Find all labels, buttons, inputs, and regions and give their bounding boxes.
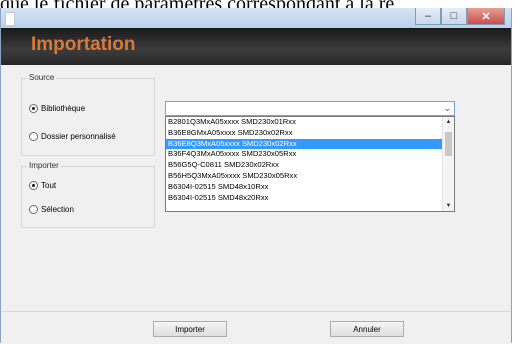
importer-group-label: Importer xyxy=(27,161,61,170)
radio-tout[interactable]: Tout xyxy=(29,181,56,190)
radio-bibliotheque[interactable]: Bibliothèque xyxy=(29,104,85,113)
import-dialog: – □ ✕ Importation Source Bibliothèque Do… xyxy=(0,8,512,344)
radio-label: Dossier personnalisé xyxy=(41,132,116,141)
dropdown-option[interactable]: B6304I-02515 SMD48x20Rxx xyxy=(166,193,454,204)
scroll-down-icon[interactable]: ▼ xyxy=(444,203,453,209)
radio-unselected-icon xyxy=(29,205,38,214)
dialog-footer xyxy=(1,311,511,344)
dropdown-option[interactable]: B56H5Q3MxA05xxxx SMD230x05Rxx xyxy=(166,171,454,182)
radio-selected-icon xyxy=(29,181,38,190)
dropdown-option[interactable]: B36E8Q3MxA05xxxx SMD230x02Rxx xyxy=(166,138,454,150)
source-group xyxy=(21,78,155,156)
dropdown-option[interactable]: B2801Q3MxA05xxxx SMD230x01Rxx xyxy=(166,117,454,128)
importer-group xyxy=(21,166,155,228)
radio-selected-icon xyxy=(29,104,38,113)
dropdown-option[interactable]: B6304I-02515 SMD48x10Rxx xyxy=(166,182,454,193)
title-bar[interactable]: – □ ✕ xyxy=(1,8,511,28)
file-dropdown-list[interactable]: B2801Q3MxA05xxxx SMD230x01Rxx B36E8GMxA05… xyxy=(165,116,455,212)
radio-label: Tout xyxy=(41,181,57,190)
app-icon xyxy=(5,12,15,26)
file-combobox[interactable]: ⌄ xyxy=(165,101,455,116)
dropdown-scrollbar[interactable]: ▲ ▼ xyxy=(442,117,454,211)
scroll-up-icon[interactable]: ▲ xyxy=(444,119,453,125)
cancel-button[interactable]: Annuler xyxy=(330,321,404,337)
radio-unselected-icon xyxy=(29,132,38,141)
chevron-down-icon[interactable]: ⌄ xyxy=(443,103,451,114)
radio-dossier-personnalise[interactable]: Dossier personnalisé xyxy=(29,132,116,141)
dialog-header: Importation xyxy=(1,28,511,65)
import-button[interactable]: Importer xyxy=(153,321,227,337)
scroll-thumb[interactable] xyxy=(445,132,452,156)
maximize-button[interactable]: □ xyxy=(441,8,467,25)
minimize-button[interactable]: – xyxy=(415,8,441,25)
radio-label: Sélection xyxy=(41,205,74,214)
source-group-label: Source xyxy=(27,73,57,82)
dropdown-option[interactable]: B56G5Q-C0811 SMD230x02Rxx xyxy=(166,160,454,171)
radio-label: Bibliothèque xyxy=(41,104,86,113)
window-controls: – □ ✕ xyxy=(415,8,505,25)
dropdown-option[interactable]: B36E8GMxA05xxxx SMD230x02Rxx xyxy=(166,128,454,139)
radio-selection[interactable]: Sélection xyxy=(29,205,74,214)
close-button[interactable]: ✕ xyxy=(467,8,505,25)
dialog-title: Importation xyxy=(31,34,136,55)
dropdown-option[interactable]: B36F4Q3MxA05xxxx SMD230x05Rxx xyxy=(166,149,454,160)
dropdown-options: B2801Q3MxA05xxxx SMD230x01Rxx B36E8GMxA05… xyxy=(166,117,454,203)
